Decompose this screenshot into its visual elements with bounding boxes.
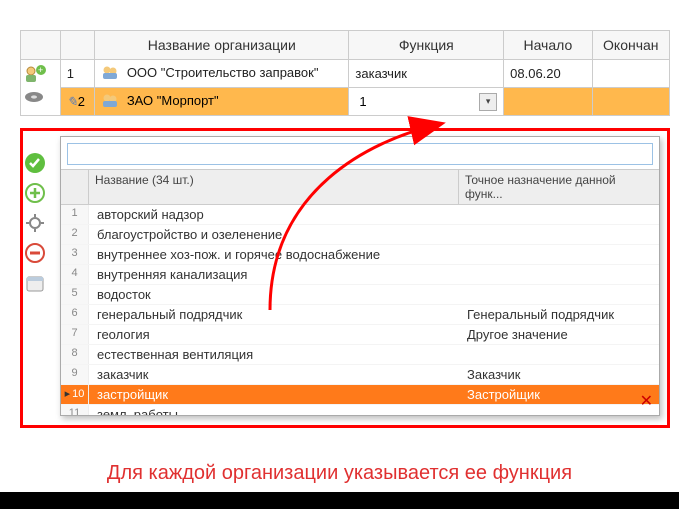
dropdown-item-name: водосток [89, 285, 459, 304]
dropdown-item-name: благоустройство и озеленение [89, 225, 459, 244]
start-cell[interactable] [504, 88, 592, 116]
dropdown-item-name: естественная вентиляция [89, 345, 459, 364]
minus-icon[interactable] [22, 240, 48, 266]
row-num: ✎2 [60, 88, 94, 116]
dropdown-header: Название (34 шт.) Точное назначение данн… [61, 169, 659, 205]
row-num: 1 [60, 60, 94, 88]
dropdown-header-name[interactable]: Название (34 шт.) [89, 170, 459, 204]
dropdown-item[interactable]: 4внутренняя канализация [61, 265, 659, 285]
dropdown-item-purpose: Застройщик [459, 385, 659, 404]
org-mini-icon [101, 92, 119, 111]
func-value: 1 [355, 94, 479, 109]
dropdown-item-name: внутреннее хоз-пож. и горячее водоснабже… [89, 245, 459, 264]
dropdown-item-purpose: Другое значение [459, 325, 659, 344]
disk-icon[interactable] [23, 88, 43, 106]
dropdown-item-num: 3 [61, 245, 89, 264]
table-row[interactable]: + 1 ООО "Строительство заправок" заказчи… [21, 60, 670, 88]
dropdown-item[interactable]: 8естественная вентиляция [61, 345, 659, 365]
start-cell[interactable]: 08.06.20 [504, 60, 592, 88]
org-table-body: + 1 ООО "Строительство заправок" заказчи… [21, 60, 670, 116]
main-area: Название организации Функция Начало Окон… [20, 30, 670, 116]
plus-icon[interactable] [22, 180, 48, 206]
col-header-num [60, 31, 94, 60]
dropdown-item-purpose [459, 245, 659, 264]
dropdown-item-num: 6 [61, 305, 89, 324]
dropdown-item-num: 11 [61, 405, 89, 415]
bottom-bar [0, 492, 679, 509]
dropdown-item[interactable]: 5водосток [61, 285, 659, 305]
table-row[interactable]: ✎2 ЗАО "Морпорт" 1 ▾ [21, 88, 670, 116]
col-header-end[interactable]: Окончан [592, 31, 669, 60]
dropdown-item-name: земл. работы [89, 405, 459, 415]
dropdown-item-name: геология [89, 325, 459, 344]
org-name: ЗАО "Морпорт" [127, 93, 219, 108]
dropdown-item-purpose [459, 405, 659, 415]
dropdown-item-num: 1 [61, 205, 89, 224]
dropdown-item-purpose: Генеральный подрядчик [459, 305, 659, 324]
org-name-cell[interactable]: ООО "Строительство заправок" [95, 60, 349, 88]
dropdown-item-purpose [459, 345, 659, 364]
org-name-cell[interactable]: ЗАО "Морпорт" [95, 88, 349, 116]
dropdown-item-num: 4 [61, 265, 89, 284]
func-dropdown-cell[interactable]: 1 ▾ [349, 88, 504, 116]
func-cell[interactable]: заказчик [349, 60, 504, 88]
end-cell[interactable] [592, 88, 669, 116]
end-cell[interactable] [592, 60, 669, 88]
dropdown-item-purpose [459, 265, 659, 284]
close-icon[interactable]: ✕ [640, 391, 653, 411]
dropdown-item[interactable]: 2благоустройство и озеленение [61, 225, 659, 245]
dropdown-item-num: 10 [61, 385, 89, 404]
dropdown-item[interactable]: 9заказчикЗаказчик [61, 365, 659, 385]
col-header-icons [21, 31, 61, 60]
dropdown-item[interactable]: 6генеральный подрядчикГенеральный подряд… [61, 305, 659, 325]
dropdown-item-name: генеральный подрядчик [89, 305, 459, 324]
left-toolbar [22, 146, 56, 300]
org-mini-icon [101, 64, 119, 83]
dropdown-item-name: застройщик [89, 385, 459, 404]
gear-icon[interactable] [22, 210, 48, 236]
org-table: Название организации Функция Начало Окон… [20, 30, 670, 116]
dropdown-item-num: 5 [61, 285, 89, 304]
dropdown-item[interactable]: 7геологияДругое значение [61, 325, 659, 345]
dropdown-item-num: 8 [61, 345, 89, 364]
dropdown-item-num: 2 [61, 225, 89, 244]
dropdown-item[interactable]: 11земл. работы [61, 405, 659, 415]
dropdown-list: 1авторский надзор2благоустройство и озел… [61, 205, 659, 415]
calendar-icon[interactable] [22, 270, 48, 296]
dropdown-item-purpose [459, 205, 659, 224]
svg-text:+: + [38, 65, 43, 75]
col-header-org[interactable]: Название организации [95, 31, 349, 60]
dropdown-item-purpose: Заказчик [459, 365, 659, 384]
dropdown-item-num: 9 [61, 365, 89, 384]
dropdown-item-purpose [459, 285, 659, 304]
dropdown-item-purpose [459, 225, 659, 244]
dropdown-item-name: внутренняя канализация [89, 265, 459, 284]
dropdown-item-name: авторский надзор [89, 205, 459, 224]
dropdown-item[interactable]: 3внутреннее хоз-пож. и горячее водоснабж… [61, 245, 659, 265]
dropdown-item[interactable]: 10застройщикЗастройщик [61, 385, 659, 405]
slide-caption: Для каждой организации указывается ее фу… [0, 458, 679, 485]
chevron-down-icon[interactable]: ▾ [479, 93, 497, 111]
col-header-start[interactable]: Начало [504, 31, 592, 60]
function-dropdown: Название (34 шт.) Точное назначение данн… [60, 136, 660, 416]
dropdown-search-input[interactable] [67, 143, 653, 165]
dropdown-item-num: 7 [61, 325, 89, 344]
dropdown-item[interactable]: 1авторский надзор [61, 205, 659, 225]
add-user-icon[interactable]: + [23, 64, 43, 82]
col-header-func[interactable]: Функция [349, 31, 504, 60]
org-name: ООО "Строительство заправок" [127, 65, 319, 80]
ok-icon[interactable] [22, 150, 48, 176]
dropdown-item-name: заказчик [89, 365, 459, 384]
dropdown-header-purpose[interactable]: Точное назначение данной функ... [459, 170, 659, 204]
